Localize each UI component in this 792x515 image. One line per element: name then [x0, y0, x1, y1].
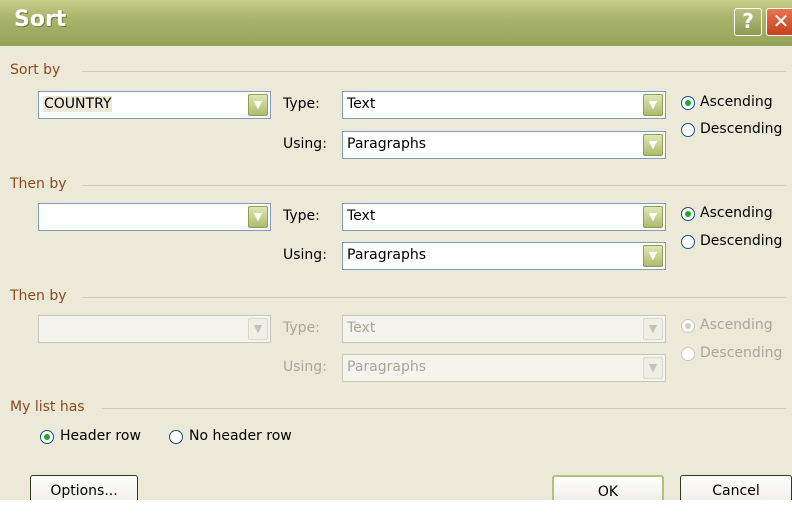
- then-by-1-divider: [82, 185, 786, 186]
- chevron-down-icon[interactable]: ▼: [643, 245, 663, 267]
- then-by-1-using-select[interactable]: Paragraphs ▼: [342, 242, 666, 270]
- cancel-button[interactable]: Cancel: [680, 475, 792, 500]
- then-by-1-type-value: Text: [347, 208, 376, 224]
- then-by-2-using-label: Using:: [283, 359, 327, 375]
- window-title: Sort: [14, 7, 67, 32]
- close-button[interactable]: ✕: [766, 8, 792, 36]
- then-by-2-using-select[interactable]: Paragraphs ▼: [342, 354, 666, 382]
- no-header-row-radio[interactable]: [169, 430, 183, 444]
- then-by-1-column-select[interactable]: ▼: [38, 203, 271, 231]
- sort-by-descending-radio[interactable]: [681, 123, 695, 137]
- then-by-1-descending-radio[interactable]: [681, 235, 695, 249]
- then-by-1-label: Then by: [10, 176, 67, 192]
- sort-by-divider: [82, 71, 786, 72]
- no-header-row-label[interactable]: No header row: [189, 428, 292, 444]
- chevron-down-icon[interactable]: ▼: [248, 318, 268, 340]
- sort-by-ascending-label[interactable]: Ascending: [700, 94, 773, 110]
- chevron-down-icon[interactable]: ▼: [248, 206, 268, 228]
- sort-by-descending-label[interactable]: Descending: [700, 121, 782, 137]
- help-button[interactable]: ?: [734, 8, 762, 36]
- sort-by-type-value: Text: [347, 96, 376, 112]
- sort-by-using-select[interactable]: Paragraphs ▼: [342, 131, 666, 159]
- close-icon: ✕: [772, 9, 790, 33]
- then-by-2-descending-label[interactable]: Descending: [700, 345, 782, 361]
- sort-by-type-label: Type:: [283, 96, 320, 112]
- then-by-1-type-select[interactable]: Text ▼: [342, 203, 666, 231]
- then-by-2-label: Then by: [10, 288, 67, 304]
- chevron-down-icon[interactable]: ▼: [643, 134, 663, 156]
- then-by-1-ascending-label[interactable]: Ascending: [700, 205, 773, 221]
- then-by-2-ascending-label[interactable]: Ascending: [700, 317, 773, 333]
- sort-by-label: Sort by: [10, 62, 61, 78]
- then-by-2-descending-radio[interactable]: [681, 347, 695, 361]
- options-button[interactable]: Options...: [30, 475, 138, 500]
- chevron-down-icon[interactable]: ▼: [248, 94, 268, 116]
- header-row-radio[interactable]: [40, 430, 54, 444]
- then-by-2-column-select[interactable]: ▼: [38, 315, 271, 343]
- sort-by-column-value: COUNTRY: [43, 96, 113, 112]
- then-by-2-ascending-radio[interactable]: [681, 319, 695, 333]
- list-has-divider: [102, 408, 786, 409]
- chevron-down-icon[interactable]: ▼: [643, 318, 663, 340]
- then-by-1-type-label: Type:: [283, 208, 320, 224]
- sort-by-using-label: Using:: [283, 136, 327, 152]
- sort-by-column-select[interactable]: COUNTRY ▼: [38, 91, 271, 119]
- then-by-2-type-select[interactable]: Text ▼: [342, 315, 666, 343]
- header-row-label[interactable]: Header row: [60, 428, 141, 444]
- chevron-down-icon[interactable]: ▼: [643, 94, 663, 116]
- then-by-1-ascending-radio[interactable]: [681, 207, 695, 221]
- chevron-down-icon[interactable]: ▼: [643, 206, 663, 228]
- title-bar: Sort ? ✕: [0, 0, 792, 46]
- sort-dialog: Sort ? ✕ Sort by COUNTRY ▼ Type: Text ▼ …: [0, 0, 792, 500]
- then-by-2-type-label: Type:: [283, 320, 320, 336]
- then-by-1-using-value: Paragraphs: [347, 247, 427, 263]
- ok-button[interactable]: OK: [552, 475, 664, 500]
- then-by-1-descending-label[interactable]: Descending: [700, 233, 782, 249]
- chevron-down-icon[interactable]: ▼: [643, 357, 663, 379]
- then-by-2-using-value: Paragraphs: [347, 359, 427, 375]
- then-by-1-using-label: Using:: [283, 247, 327, 263]
- then-by-2-type-value: Text: [347, 320, 376, 336]
- sort-by-using-value: Paragraphs: [347, 136, 427, 152]
- sort-by-type-select[interactable]: Text ▼: [342, 91, 666, 119]
- list-has-label: My list has: [10, 399, 85, 415]
- then-by-2-divider: [82, 297, 786, 298]
- help-icon: ?: [742, 9, 754, 33]
- sort-by-ascending-radio[interactable]: [681, 96, 695, 110]
